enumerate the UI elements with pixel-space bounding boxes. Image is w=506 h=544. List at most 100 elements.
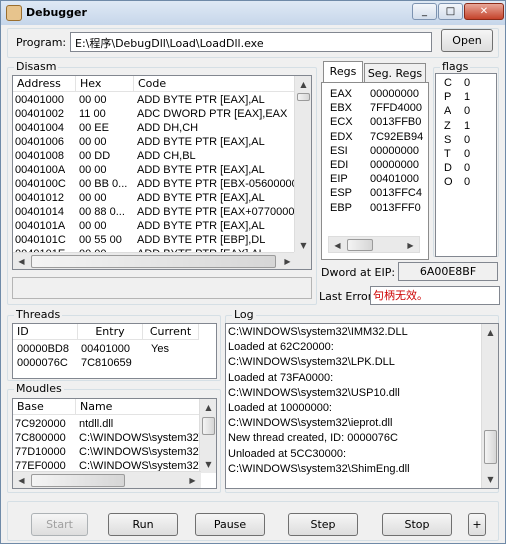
tab-seg-regs[interactable]: Seg. Regs: [364, 63, 426, 83]
scroll-right-arrow-icon[interactable]: ▶: [184, 472, 201, 488]
disasm-hex: 00 88 0...: [79, 206, 125, 218]
disasm-hex: 00 EE: [79, 122, 109, 134]
modules-list[interactable]: Base Name 7C920000 ntdll.dll 7C800000 C:\WI…: [12, 398, 217, 489]
register-value: 7C92EB94: [370, 130, 424, 143]
disasm-vscroll-thumb[interactable]: [297, 93, 310, 101]
disasm-address: 00401008: [15, 150, 64, 162]
thread-row[interactable]: 00000BD8 00401000 Yes: [13, 342, 213, 356]
log-textbox[interactable]: C:\WINDOWS\system32\IMM32.DLL Loaded at 6…: [225, 323, 499, 489]
flag-name: T: [444, 148, 451, 160]
disasm-hscroll[interactable]: ◀ ▶: [13, 252, 296, 269]
threads-header-current[interactable]: Current: [143, 324, 199, 340]
regs-hscroll-thumb[interactable]: [347, 239, 373, 251]
disasm-row[interactable]: 00401006 00 00 ADD BYTE PTR [EAX],AL: [13, 135, 296, 149]
disasm-header-code[interactable]: Code: [134, 76, 296, 92]
title-bar[interactable]: Debugger _ □ ✕: [1, 1, 505, 25]
threads-header-id[interactable]: ID: [13, 324, 78, 340]
disasm-address: 00401002: [15, 108, 64, 120]
disasm-vscroll[interactable]: ▲ ▼: [294, 76, 311, 254]
modules-header-base[interactable]: Base: [13, 399, 76, 415]
maximize-button[interactable]: □: [438, 3, 463, 20]
register-name: EBP: [330, 201, 353, 214]
log-vscroll-thumb[interactable]: [484, 430, 497, 464]
disasm-row[interactable]: 0040100C 00 BB 0... ADD BYTE PTR [EBX-0560…: [13, 177, 296, 191]
register-value: 00401000: [370, 173, 419, 186]
disasm-address: 00401012: [15, 192, 64, 204]
scroll-left-arrow-icon[interactable]: ◀: [329, 237, 346, 254]
threads-list[interactable]: ID Entry Current 00000BD8 00401000 Yes 0000…: [12, 323, 217, 379]
threads-header-entry[interactable]: Entry: [78, 324, 143, 340]
disasm-hex: 00 00: [79, 136, 107, 148]
plus-button[interactable]: +: [468, 513, 486, 536]
module-row[interactable]: 7C920000 ntdll.dll: [13, 417, 201, 431]
start-button[interactable]: Start: [31, 513, 88, 536]
minimize-button[interactable]: _: [412, 3, 437, 20]
register-value: 00000000: [370, 88, 419, 100]
modules-header-name[interactable]: Name: [76, 399, 201, 415]
flag-row: P1: [442, 90, 492, 104]
app-icon: [6, 5, 22, 21]
disasm-hex: 00 DD: [79, 150, 111, 162]
disasm-header-address[interactable]: Address: [13, 76, 76, 92]
scroll-left-arrow-icon[interactable]: ◀: [13, 253, 30, 269]
log-line: C:\WINDOWS\system32\ShimEng.dll: [228, 462, 410, 475]
modules-hscroll[interactable]: ◀ ▶: [13, 471, 201, 488]
scroll-up-arrow-icon[interactable]: ▲: [482, 324, 498, 341]
disasm-row[interactable]: 0040101A 00 00 ADD BYTE PTR [EAX],AL: [13, 219, 296, 233]
modules-hscroll-thumb[interactable]: [31, 474, 125, 487]
disasm-code: ADD BYTE PTR [EAX],AL: [137, 220, 265, 232]
modules-vscroll[interactable]: ▲ ▼: [199, 399, 216, 473]
log-vscroll[interactable]: ▲ ▼: [481, 324, 498, 488]
thread-row[interactable]: 0000076C 7C810659: [13, 356, 213, 370]
run-button[interactable]: Run: [108, 513, 178, 536]
log-title: Log: [232, 308, 256, 321]
scroll-up-arrow-icon[interactable]: ▲: [295, 76, 311, 93]
disasm-code: ADC DWORD PTR [EAX],EAX: [137, 108, 288, 120]
register-name: ESP: [330, 187, 353, 200]
scroll-up-arrow-icon[interactable]: ▲: [200, 399, 216, 416]
disasm-row[interactable]: 00401002 11 00 ADC DWORD PTR [EAX],EAX: [13, 107, 296, 121]
register-row: EDX 7C92EB94: [328, 130, 424, 144]
regs-hscroll[interactable]: ◀ ▶: [328, 236, 420, 253]
disasm-row[interactable]: 00401008 00 DD ADD CH,BL: [13, 149, 296, 163]
module-row[interactable]: 77D10000 C:\WINDOWS\system32\: [13, 445, 201, 459]
disasm-list[interactable]: Address Hex Code 00401000 00 00 ADD BYTE P…: [12, 75, 312, 270]
open-button[interactable]: Open: [441, 29, 493, 52]
disasm-title: Disasm: [14, 60, 59, 73]
disasm-row[interactable]: 0040100A 00 00 ADD BYTE PTR [EAX],AL: [13, 163, 296, 177]
modules-vscroll-thumb[interactable]: [202, 417, 215, 435]
module-name: ntdll.dll: [79, 418, 114, 430]
flag-value: 0: [464, 133, 471, 146]
log-line: C:\WINDOWS\system32\IMM32.DLL: [228, 326, 408, 338]
close-button[interactable]: ✕: [464, 3, 504, 20]
flag-name: P: [444, 91, 452, 104]
pause-button[interactable]: Pause: [195, 513, 265, 536]
register-row: ECX 0013FFB0: [328, 115, 424, 129]
disasm-code: ADD BYTE PTR [EAX],AL: [137, 192, 265, 204]
disasm-row[interactable]: 00401000 00 00 ADD BYTE PTR [EAX],AL: [13, 93, 296, 107]
register-value: 0013FFB0: [370, 116, 422, 129]
disasm-row[interactable]: 00401012 00 00 ADD BYTE PTR [EAX],AL: [13, 191, 296, 205]
step-button[interactable]: Step: [288, 513, 358, 536]
disasm-hscroll-thumb[interactable]: [31, 255, 276, 268]
disasm-row[interactable]: 00401014 00 88 0... ADD BYTE PTR [EAX+0770…: [13, 205, 296, 219]
log-line: C:\WINDOWS\system32\ieprot.dll: [228, 417, 393, 430]
stop-button[interactable]: Stop: [382, 513, 452, 536]
tab-regs[interactable]: Regs: [323, 61, 363, 83]
flag-row: D0: [442, 161, 492, 175]
log-line: C:\WINDOWS\system32\LPK.DLL: [228, 356, 395, 369]
last-error-label: Last Error:: [319, 290, 376, 303]
disasm-row[interactable]: 00401004 00 EE ADD DH,CH: [13, 121, 296, 135]
register-name: EDX: [330, 130, 353, 143]
scroll-right-arrow-icon[interactable]: ▶: [402, 237, 419, 254]
scroll-down-arrow-icon[interactable]: ▼: [200, 456, 216, 473]
module-row[interactable]: 7C800000 C:\WINDOWS\system32\: [13, 431, 201, 445]
register-name: EIP: [330, 173, 348, 186]
dword-value: 6A00E8BF: [398, 262, 498, 281]
program-path-input[interactable]: E:\程序\DebugDll\Load\LoadDll.exe: [70, 32, 432, 52]
disasm-header-hex[interactable]: Hex: [76, 76, 134, 92]
disasm-row[interactable]: 0040101C 00 55 00 ADD BYTE PTR [EBP],DL: [13, 233, 296, 247]
scroll-left-arrow-icon[interactable]: ◀: [13, 472, 30, 488]
scroll-down-arrow-icon[interactable]: ▼: [482, 471, 498, 488]
threads-title: Threads: [14, 308, 63, 321]
